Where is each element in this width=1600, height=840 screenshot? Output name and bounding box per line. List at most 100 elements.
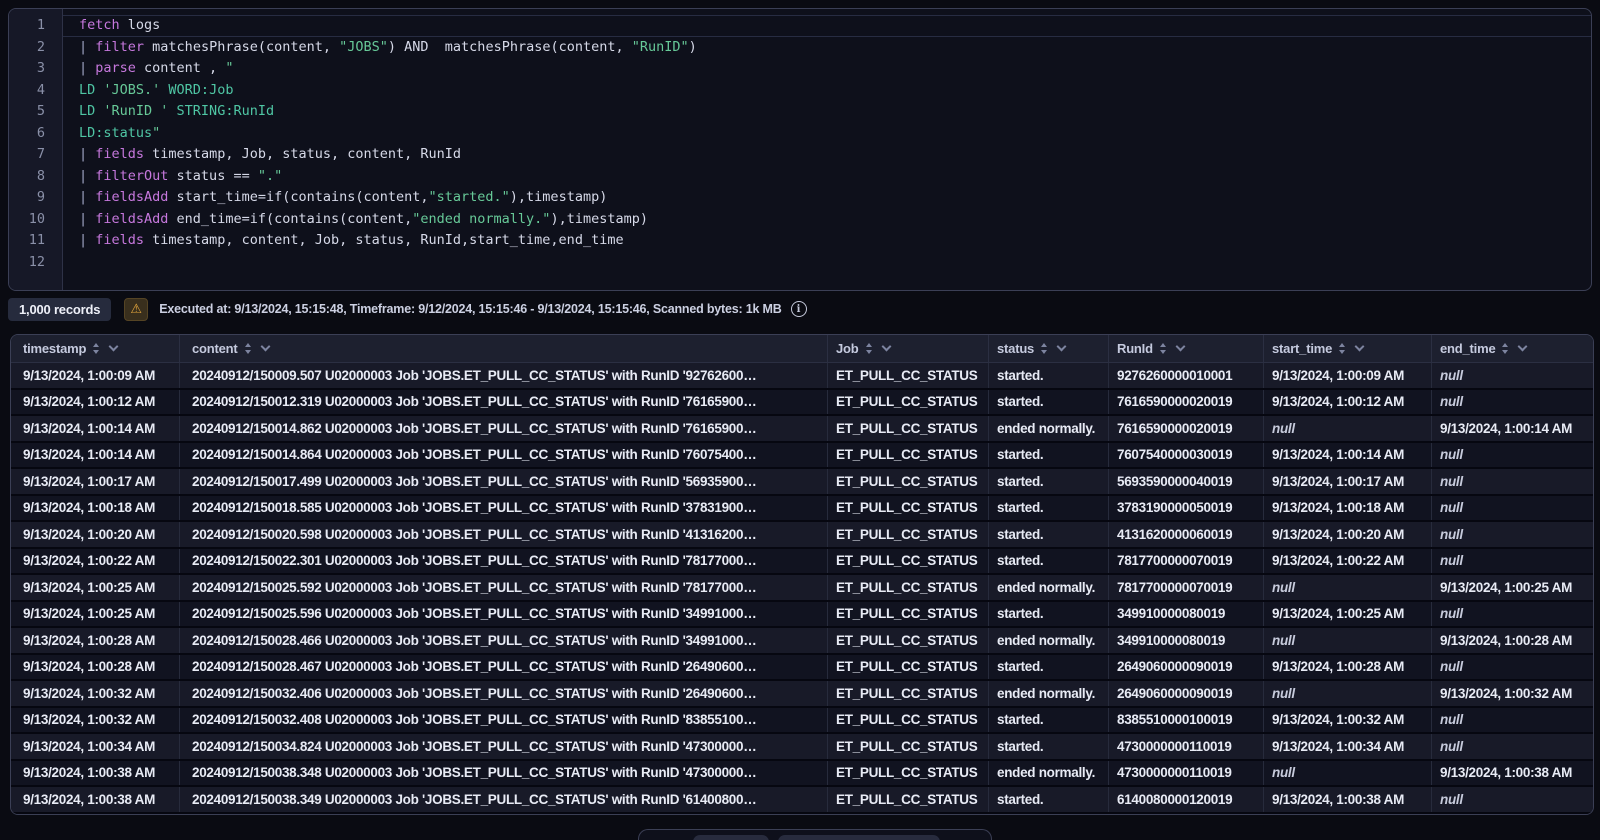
cell-RunId: 7607540000030019 (1108, 443, 1263, 468)
code-line[interactable]: fetch logs (63, 15, 1591, 37)
code-token: ) (689, 39, 697, 55)
cell-start_time: 9/13/2024, 1:00:38 AM (1263, 787, 1431, 812)
column-label: start_time (1272, 341, 1332, 356)
cell-start_time: 9/13/2024, 1:00:20 AM (1263, 522, 1431, 547)
table-row[interactable]: 9/13/2024, 1:00:09 AM20240912/150009.507… (11, 363, 1593, 390)
column-header-timestamp[interactable]: timestamp (11, 335, 179, 362)
query-editor-lines[interactable]: fetch logs| filter matchesPhrase(content… (63, 9, 1591, 290)
cell-timestamp: 9/13/2024, 1:00:32 AM (11, 708, 179, 733)
column-header-end_time[interactable]: end_time (1431, 335, 1593, 362)
chevron-down-icon[interactable] (109, 342, 119, 352)
table-row[interactable]: 9/13/2024, 1:00:32 AM20240912/150032.406… (11, 681, 1593, 708)
cell-end_time: 9/13/2024, 1:00:28 AM (1431, 628, 1593, 653)
cell-content: 20240912/150025.596 U02000003 Job 'JOBS.… (179, 602, 827, 627)
info-icon[interactable]: i (791, 301, 807, 317)
table-row[interactable]: 9/13/2024, 1:00:22 AM20240912/150022.301… (11, 549, 1593, 576)
table-row[interactable]: 9/13/2024, 1:00:12 AM20240912/150012.319… (11, 390, 1593, 417)
code-token: fields (95, 146, 144, 162)
sort-icon[interactable] (93, 343, 99, 354)
sort-icon[interactable] (866, 343, 872, 354)
code-line[interactable]: | fieldsAdd start_time=if(contains(conte… (63, 187, 1591, 209)
code-token: status == (168, 168, 257, 184)
column-header-RunId[interactable]: RunId (1108, 335, 1263, 362)
column-label: Job (836, 341, 859, 356)
code-line[interactable]: LD 'RunID ' STRING:RunId (63, 101, 1591, 123)
sort-icon[interactable] (245, 343, 251, 354)
chevron-down-icon[interactable] (881, 342, 891, 352)
table-row[interactable]: 9/13/2024, 1:00:38 AM20240912/150038.348… (11, 761, 1593, 788)
chevron-down-icon[interactable] (260, 342, 270, 352)
cell-timestamp: 9/13/2024, 1:00:25 AM (11, 602, 179, 627)
sort-icon[interactable] (1502, 343, 1508, 354)
code-line[interactable]: | filterOut status == "." (63, 166, 1591, 188)
code-token: 'JOBS.' (103, 82, 160, 98)
cell-timestamp: 9/13/2024, 1:00:38 AM (11, 787, 179, 812)
code-line[interactable]: LD:status" (63, 123, 1591, 145)
cell-start_time: 9/13/2024, 1:00:25 AM (1263, 602, 1431, 627)
code-line[interactable]: | parse content , " (63, 58, 1591, 80)
chevron-down-icon[interactable] (1518, 342, 1528, 352)
sort-icon[interactable] (1041, 343, 1047, 354)
table-row[interactable]: 9/13/2024, 1:00:14 AM20240912/150014.864… (11, 443, 1593, 470)
cell-timestamp: 9/13/2024, 1:00:12 AM (11, 390, 179, 415)
line-number: 6 (37, 123, 62, 145)
table-row[interactable]: 9/13/2024, 1:00:25 AM20240912/150025.592… (11, 575, 1593, 602)
cell-status: started. (988, 363, 1108, 388)
code-line[interactable]: | filter matchesPhrase(content, "JOBS") … (63, 37, 1591, 59)
table-row[interactable]: 9/13/2024, 1:00:32 AM20240912/150032.408… (11, 708, 1593, 735)
cell-content: 20240912/150018.585 U02000003 Job 'JOBS.… (179, 496, 827, 521)
chevron-down-icon[interactable] (1355, 342, 1365, 352)
code-line[interactable]: | fieldsAdd end_time=if(contains(content… (63, 209, 1591, 231)
query-editor[interactable]: 123456789101112 fetch logs| filter match… (8, 8, 1592, 291)
code-token: "RunID" (632, 39, 689, 55)
results-status-bar: 1,000 records ⚠ Executed at: 9/13/2024, … (8, 296, 807, 322)
pagination-button[interactable] (778, 835, 940, 840)
code-line[interactable]: | fields timestamp, Job, status, content… (63, 144, 1591, 166)
column-header-start_time[interactable]: start_time (1263, 335, 1431, 362)
cell-Job: ET_PULL_CC_STATUS (827, 575, 988, 600)
table-row[interactable]: 9/13/2024, 1:00:28 AM20240912/150028.466… (11, 628, 1593, 655)
table-row[interactable]: 9/13/2024, 1:00:34 AM20240912/150034.824… (11, 734, 1593, 761)
cell-Job: ET_PULL_CC_STATUS (827, 522, 988, 547)
column-header-Job[interactable]: Job (827, 335, 988, 362)
code-line[interactable]: | fields timestamp, content, Job, status… (63, 230, 1591, 252)
code-token: "ended normally." (412, 211, 550, 227)
chevron-down-icon[interactable] (1057, 342, 1067, 352)
sort-icon[interactable] (1339, 343, 1345, 354)
line-number: 1 (37, 15, 62, 37)
code-line[interactable]: LD 'JOBS.' WORD:Job (63, 80, 1591, 102)
cell-end_time: null (1431, 602, 1593, 627)
cell-timestamp: 9/13/2024, 1:00:28 AM (11, 628, 179, 653)
sort-icon[interactable] (1160, 343, 1166, 354)
cell-content: 20240912/150032.408 U02000003 Job 'JOBS.… (179, 708, 827, 733)
column-label: end_time (1440, 341, 1495, 356)
table-row[interactable]: 9/13/2024, 1:00:28 AM20240912/150028.467… (11, 655, 1593, 682)
chevron-down-icon[interactable] (1175, 342, 1185, 352)
table-row[interactable]: 9/13/2024, 1:00:17 AM20240912/150017.499… (11, 469, 1593, 496)
code-line[interactable] (63, 252, 1591, 274)
code-token: timestamp, content, Job, status, RunId,s… (144, 232, 624, 248)
table-row[interactable]: 9/13/2024, 1:00:25 AM20240912/150025.596… (11, 602, 1593, 629)
cell-Job: ET_PULL_CC_STATUS (827, 469, 988, 494)
cell-status: ended normally. (988, 628, 1108, 653)
cell-timestamp: 9/13/2024, 1:00:28 AM (11, 655, 179, 680)
cell-RunId: 7616590000020019 (1108, 416, 1263, 441)
code-token: filter (95, 39, 144, 55)
cell-Job: ET_PULL_CC_STATUS (827, 655, 988, 680)
table-row[interactable]: 9/13/2024, 1:00:20 AM20240912/150020.598… (11, 522, 1593, 549)
records-count-badge: 1,000 records (8, 298, 111, 321)
cell-end_time: 9/13/2024, 1:00:25 AM (1431, 575, 1593, 600)
cell-Job: ET_PULL_CC_STATUS (827, 734, 988, 759)
cell-timestamp: 9/13/2024, 1:00:20 AM (11, 522, 179, 547)
table-row[interactable]: 9/13/2024, 1:00:38 AM20240912/150038.349… (11, 787, 1593, 814)
cell-status: started. (988, 708, 1108, 733)
code-token: fieldsAdd (95, 211, 168, 227)
pagination-button[interactable] (693, 835, 769, 840)
cell-start_time: null (1263, 575, 1431, 600)
table-row[interactable]: 9/13/2024, 1:00:18 AM20240912/150018.585… (11, 496, 1593, 523)
code-token: LD:status (79, 125, 152, 141)
column-header-status[interactable]: status (988, 335, 1108, 362)
warning-icon[interactable]: ⚠ (124, 298, 148, 321)
column-header-content[interactable]: content (179, 335, 827, 362)
table-row[interactable]: 9/13/2024, 1:00:14 AM20240912/150014.862… (11, 416, 1593, 443)
